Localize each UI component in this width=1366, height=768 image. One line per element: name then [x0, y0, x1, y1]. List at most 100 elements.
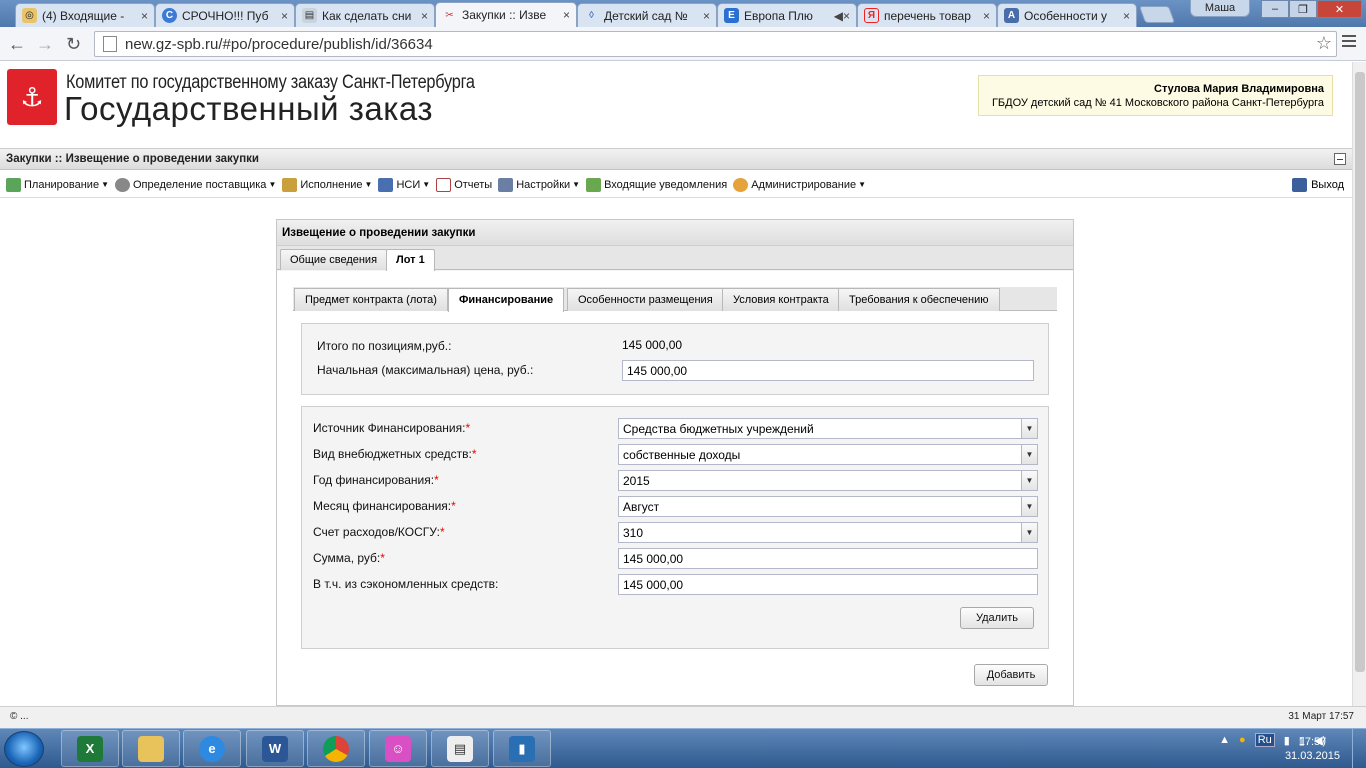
- doc-icon: ▤: [302, 8, 317, 23]
- tools-icon: ✂: [445, 9, 454, 21]
- chevron-down-icon[interactable]: ▼: [1021, 419, 1037, 438]
- add-button[interactable]: Добавить: [974, 664, 1048, 686]
- chevron-down-icon[interactable]: ▼: [1021, 471, 1037, 490]
- browser-tab-active[interactable]: ✂ Закупки :: Изве ×: [435, 2, 577, 27]
- max-price-input[interactable]: 145 000,00: [622, 360, 1034, 381]
- window-icon: ▮: [509, 735, 535, 762]
- mail-icon: ◎: [22, 8, 37, 23]
- chrome-icon: [323, 735, 349, 762]
- browser-menu-icon[interactable]: [1342, 35, 1356, 50]
- bookmark-star-icon[interactable]: ☆: [1316, 33, 1332, 54]
- menu-execution[interactable]: Исполнение ▼: [282, 177, 372, 192]
- main-menu: Планирование ▼ Определение поставщика ▼ Ис…: [0, 172, 1352, 198]
- user-icon: [733, 177, 749, 192]
- chevron-down-icon[interactable]: ▼: [1021, 497, 1037, 516]
- clock[interactable]: 17:57 31.03.2015: [1285, 735, 1340, 763]
- ie-icon: e: [199, 735, 225, 762]
- reload-icon[interactable]: ↻: [66, 34, 81, 55]
- tray-app-icon[interactable]: ●: [1239, 734, 1246, 746]
- tab-general[interactable]: Общие сведения: [280, 249, 388, 270]
- funding-month-select[interactable]: Август ▼: [618, 496, 1038, 517]
- delete-button[interactable]: Удалить: [960, 607, 1034, 629]
- back-icon[interactable]: ←: [8, 34, 26, 55]
- browser-tab[interactable]: A Особенности у ×: [997, 3, 1137, 27]
- browser-tab[interactable]: ◎ (4) Входящие - ×: [15, 3, 155, 27]
- menu-admin[interactable]: Администрирование ▼: [733, 177, 866, 192]
- close-icon[interactable]: ×: [1123, 9, 1130, 23]
- tab-lot-1[interactable]: Лот 1: [386, 249, 435, 271]
- menu-reports[interactable]: Отчеты: [436, 177, 492, 192]
- book-icon: [378, 177, 394, 192]
- document-icon: ▤: [447, 735, 473, 762]
- positions-total-value: 145 000,00: [622, 338, 683, 352]
- taskbar-word[interactable]: W: [246, 730, 304, 767]
- language-indicator[interactable]: Ru: [1254, 733, 1275, 747]
- taskbar-app-people[interactable]: ☺: [369, 730, 427, 767]
- page-titlebar: Закупки :: Извещение о проведении закупк…: [0, 148, 1352, 170]
- tab-security-requirements[interactable]: Требования к обеспечению: [838, 288, 1000, 311]
- close-icon[interactable]: ×: [703, 9, 710, 23]
- expense-account-select[interactable]: 310 ▼: [618, 522, 1038, 543]
- chevron-down-icon[interactable]: ▼: [1021, 445, 1037, 464]
- a-icon: A: [1004, 8, 1019, 23]
- wrench-icon: [498, 177, 514, 192]
- tab-contract-subject[interactable]: Предмет контракта (лота): [294, 288, 448, 311]
- close-icon[interactable]: ×: [421, 9, 428, 23]
- menu-notifications[interactable]: Входящие уведомления: [586, 177, 727, 192]
- browser-tab[interactable]: C СРОЧНО!!! Пуб ×: [155, 3, 295, 27]
- menu-nsi[interactable]: НСИ ▼: [378, 177, 430, 192]
- browser-tab[interactable]: ◊ Детский сад № ×: [577, 3, 717, 27]
- close-window-button[interactable]: ✕: [1317, 0, 1362, 18]
- menu-supplier[interactable]: Определение поставщика ▼: [115, 177, 276, 192]
- funding-source-select[interactable]: Средства бюджетных учреждений ▼: [618, 418, 1038, 439]
- funding-year-select[interactable]: 2015 ▼: [618, 470, 1038, 491]
- close-icon[interactable]: ×: [983, 9, 990, 23]
- taskbar-document[interactable]: ▤: [431, 730, 489, 767]
- main-tabs: Общие сведения Лот 1: [277, 246, 1073, 271]
- start-button[interactable]: [4, 731, 44, 767]
- sound-icon[interactable]: ◀×: [834, 9, 850, 23]
- menu-settings[interactable]: Настройки ▼: [498, 177, 580, 192]
- lot-subtabs: Предмет контракта (лота) Финансирование …: [293, 287, 1057, 312]
- tab-placement-features[interactable]: Особенности размещения: [567, 288, 724, 311]
- close-icon[interactable]: ×: [141, 9, 148, 23]
- browser-tab[interactable]: E Европа Плю ◀×: [717, 3, 857, 27]
- chevron-down-icon[interactable]: ▼: [1021, 523, 1037, 542]
- people-icon: ☺: [385, 735, 411, 762]
- forward-icon[interactable]: →: [36, 34, 54, 55]
- browser-tab[interactable]: ▤ Как сделать сни ×: [295, 3, 435, 27]
- taskbar-ie[interactable]: e: [183, 730, 241, 767]
- c-icon: C: [162, 8, 177, 23]
- sum-input[interactable]: 145 000,00: [618, 548, 1038, 569]
- tray-expand-icon[interactable]: ▲: [1219, 734, 1230, 746]
- spb-emblem-logo: ⚓: [7, 69, 57, 125]
- minimize-button[interactable]: –: [1261, 0, 1289, 18]
- taskbar-excel[interactable]: X: [61, 730, 119, 767]
- show-desktop-button[interactable]: [1352, 729, 1366, 768]
- exit-icon: [1292, 178, 1308, 192]
- profile-badge[interactable]: Маша: [1190, 0, 1250, 17]
- address-bar[interactable]: new.gz-spb.ru/#po/procedure/publish/id/3…: [94, 31, 1337, 57]
- extrabudget-type-select[interactable]: собственные доходы ▼: [618, 444, 1038, 465]
- maximize-button[interactable]: ❐: [1289, 0, 1317, 18]
- tab-financing[interactable]: Финансирование: [448, 288, 565, 312]
- page-icon: [103, 36, 117, 52]
- exit-button[interactable]: Выход: [1292, 178, 1344, 192]
- close-icon[interactable]: ×: [563, 8, 570, 22]
- collapse-icon[interactable]: [1334, 153, 1346, 165]
- new-tab-button[interactable]: [1138, 6, 1176, 23]
- browser-tab[interactable]: Я перечень товар ×: [857, 3, 997, 27]
- tab-contract-terms[interactable]: Условия контракта: [722, 288, 840, 311]
- taskbar-app-window[interactable]: ▮: [493, 730, 551, 767]
- saved-funds-input[interactable]: 145 000,00: [618, 574, 1038, 595]
- planning-icon: [6, 177, 21, 192]
- user-org: ГБДОУ детский сад № 41 Московского район…: [991, 97, 1324, 109]
- taskbar-explorer[interactable]: [122, 730, 180, 767]
- gears-icon: [115, 177, 130, 192]
- report-icon: [436, 177, 452, 192]
- taskbar-chrome[interactable]: [307, 730, 365, 767]
- menu-planning[interactable]: Планирование ▼: [6, 177, 109, 192]
- close-icon[interactable]: ×: [281, 9, 288, 23]
- page-scrollbar[interactable]: [1352, 62, 1366, 706]
- scrollbar-thumb[interactable]: [1355, 72, 1365, 672]
